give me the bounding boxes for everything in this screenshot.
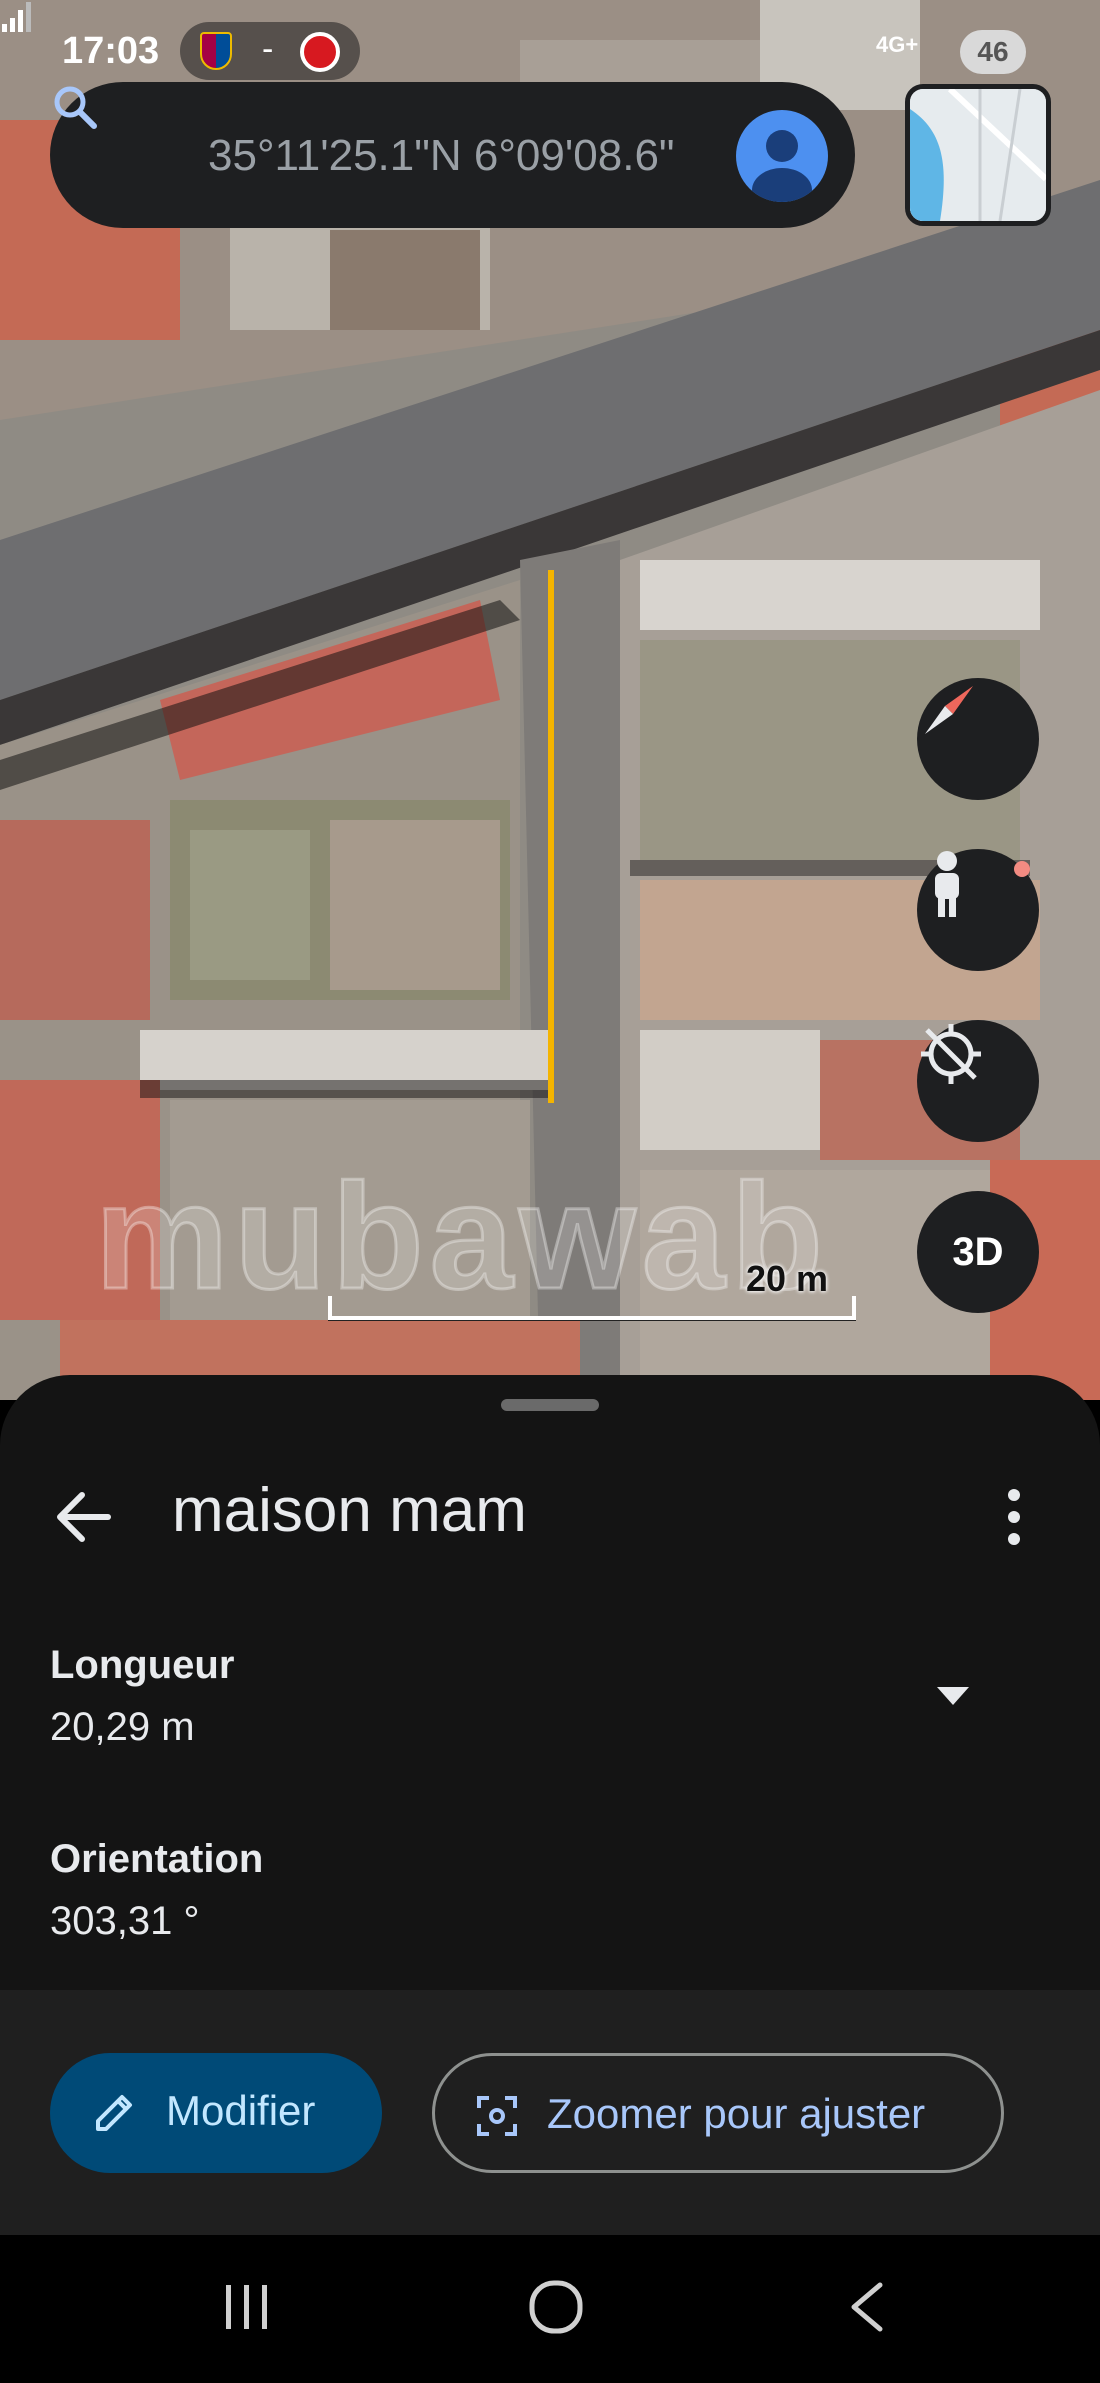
score-separator: -: [262, 30, 274, 68]
search-icon[interactable]: [50, 82, 100, 132]
satellite-map[interactable]: mubawab 17:03 - 4G+ 46 35°11'25.1"N 6°09…: [0, 0, 1100, 1400]
more-options-icon[interactable]: [996, 1481, 1032, 1553]
search-input[interactable]: 35°11'25.1"N 6°09'08.6": [208, 126, 748, 186]
my-location-button[interactable]: [917, 1020, 1039, 1142]
scale-label: 20 m: [746, 1258, 829, 1299]
system-navigation-bar: [0, 2235, 1100, 2383]
recents-icon[interactable]: [222, 2279, 272, 2335]
fit-screen-icon: [477, 2096, 517, 2136]
back-icon[interactable]: [846, 2279, 886, 2335]
club-badge-icon: [200, 32, 232, 70]
compass-icon: [925, 686, 973, 734]
orientation-label: Orientation: [50, 1837, 264, 1881]
drag-handle[interactable]: [501, 1399, 599, 1411]
length-label: Longueur: [50, 1643, 235, 1687]
map-thumbnail-icon: [910, 89, 1046, 221]
compass-button[interactable]: [917, 678, 1039, 800]
length-value: 20,29 m: [50, 1705, 195, 1749]
status-bar: 17:03 - 4G+ 46: [0, 0, 1100, 95]
layers-button[interactable]: [905, 84, 1051, 226]
pegman-icon: [935, 851, 959, 917]
home-icon[interactable]: [528, 2279, 584, 2335]
network-type: 4G+: [876, 32, 919, 57]
action-bar: Modifier Zoomer pour ajuster: [0, 1990, 1100, 2235]
orientation-value: 303,31 °: [50, 1899, 200, 1943]
modify-button[interactable]: Modifier: [50, 2053, 382, 2173]
club-badge-icon: [300, 32, 340, 72]
zoom-to-fit-button[interactable]: Zoomer pour ajuster: [432, 2053, 1004, 2173]
signal-icon: [2, 2, 31, 32]
3d-toggle-button[interactable]: 3D: [917, 1191, 1039, 1313]
status-time: 17:03: [62, 30, 160, 72]
notification-dot: [1014, 861, 1030, 877]
search-bar[interactable]: 35°11'25.1"N 6°09'08.6": [50, 82, 855, 228]
sheet-title: maison mam: [172, 1476, 527, 1545]
account-icon: [752, 130, 812, 202]
pencil-icon: [96, 2095, 132, 2131]
dropdown-arrow-icon[interactable]: [935, 1683, 971, 1707]
battery-indicator: 46: [960, 30, 1026, 74]
modify-button-label: Modifier: [166, 2087, 316, 2134]
account-avatar[interactable]: [736, 110, 828, 202]
zoom-to-fit-label: Zoomer pour ajuster: [547, 2090, 926, 2137]
street-view-button[interactable]: [917, 849, 1039, 971]
scale-bar: [328, 1296, 856, 1320]
location-disabled-icon: [921, 1024, 981, 1084]
back-arrow-icon[interactable]: [52, 1485, 116, 1549]
